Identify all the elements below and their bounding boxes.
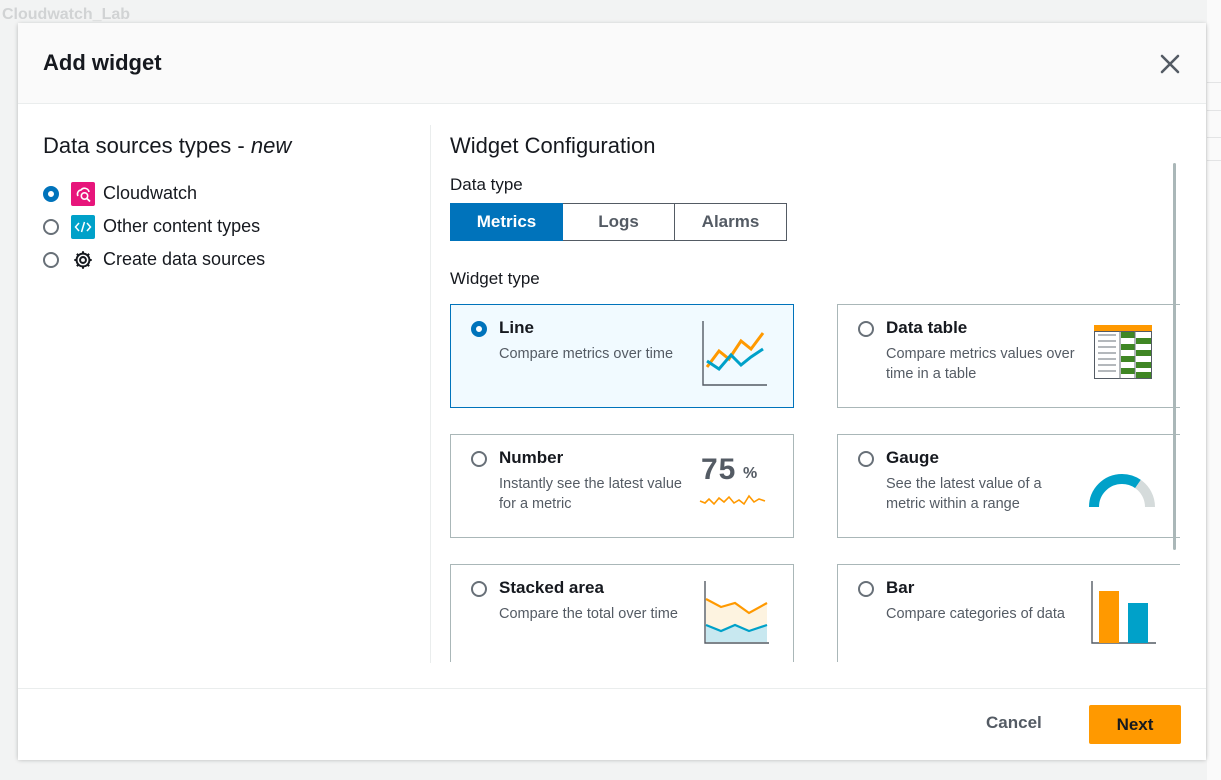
widget-configuration-panel: Widget Configuration Data type Metrics L…: [450, 133, 1170, 289]
data-type-metrics-button[interactable]: Metrics: [450, 203, 563, 241]
background-dashboard-title: Cloudwatch_Lab: [2, 6, 131, 23]
widget-tile-description: Compare the total over time: [499, 606, 678, 622]
widget-tile-name: Number: [499, 448, 564, 467]
other-content-radio[interactable]: [43, 218, 59, 235]
widget-configuration-title: Widget Configuration: [450, 133, 656, 158]
cloudwatch-icon: [71, 181, 95, 206]
code-icon: [71, 214, 95, 239]
widget-type-grid: Line Compare metrics over time Data tabl…: [450, 304, 1180, 662]
widget-tile-name: Stacked area: [499, 578, 604, 597]
widget-tile-number[interactable]: Number Instantly see the latest value fo…: [450, 434, 794, 538]
data-sources-title: Data sources types - new: [43, 133, 292, 158]
modal-header: Add widget: [18, 23, 1206, 104]
close-button[interactable]: [1156, 50, 1184, 78]
widget-radio-stacked-area[interactable]: [471, 581, 487, 597]
widget-tile-description: Compare metrics values over time in a ta…: [886, 346, 1075, 382]
data-sources-panel: Data sources types - new Cloudwatch Othe…: [43, 133, 423, 276]
data-type-segmented-control: Metrics Logs Alarms: [450, 203, 1170, 241]
configuration-scrollbar[interactable]: [1173, 163, 1176, 550]
data-source-label: Other content types: [103, 216, 261, 236]
modal-footer: Cancel Next: [18, 688, 1206, 760]
data-sources-list: Cloudwatch Other content types Create da…: [43, 177, 423, 276]
widget-tile-line[interactable]: Line Compare metrics over time: [450, 304, 794, 408]
data-type-logs-button[interactable]: Logs: [562, 203, 675, 241]
column-divider: [430, 125, 431, 663]
widget-tile-description: Compare metrics over time: [499, 346, 674, 362]
widget-tile-data-table[interactable]: Data table Compare metrics values over t…: [837, 304, 1180, 408]
number-art-value: 75: [701, 453, 737, 486]
number-art-unit: %: [743, 465, 758, 482]
gear-icon: [71, 248, 95, 272]
gauge-icon: [1089, 473, 1156, 508]
create-data-source-radio[interactable]: [43, 251, 59, 268]
number-icon: 75 %: [699, 453, 769, 513]
widget-radio-gauge[interactable]: [858, 451, 874, 467]
data-type-alarms-button[interactable]: Alarms: [674, 203, 787, 241]
widget-tile-name: Data table: [886, 318, 968, 337]
data-source-cloudwatch[interactable]: Cloudwatch: [43, 177, 423, 210]
data-source-create[interactable]: Create data sources: [43, 243, 423, 276]
widget-tile-bar[interactable]: Bar Compare categories of data: [837, 564, 1180, 662]
widget-tile-description: See the latest value of a metric within …: [886, 476, 1042, 512]
widget-tile-name: Line: [499, 318, 534, 337]
close-icon: [1160, 54, 1180, 74]
next-button[interactable]: Next: [1089, 705, 1181, 744]
widget-type-label: Widget type: [450, 269, 540, 288]
widget-radio-line[interactable]: [471, 321, 487, 337]
data-source-label: Cloudwatch: [103, 183, 198, 203]
data-type-label: Data type: [450, 175, 523, 194]
background-right-strip: [1207, 0, 1221, 780]
cloudwatch-radio[interactable]: [43, 185, 59, 202]
add-widget-modal: Add widget Data sources types - new Clou…: [18, 23, 1206, 760]
widget-tile-description: Instantly see the latest value for a met…: [499, 476, 682, 512]
data-table-icon: [1094, 325, 1152, 379]
widget-tile-description: Compare categories of data: [886, 606, 1065, 622]
line-chart-icon: [702, 321, 767, 386]
widget-tile-gauge[interactable]: Gauge See the latest value of a metric w…: [837, 434, 1180, 538]
stacked-area-icon: [704, 581, 769, 644]
widget-tile-name: Bar: [886, 578, 915, 597]
widget-radio-data-table[interactable]: [858, 321, 874, 337]
widget-tile-stacked-area[interactable]: Stacked area Compare the total over time: [450, 564, 794, 662]
modal-title: Add widget: [43, 50, 162, 75]
widget-tile-name: Gauge: [886, 448, 939, 467]
data-source-other-content[interactable]: Other content types: [43, 210, 423, 243]
widget-radio-bar[interactable]: [858, 581, 874, 597]
widget-radio-number[interactable]: [471, 451, 487, 467]
bar-chart-icon: [1091, 581, 1156, 644]
cancel-button[interactable]: Cancel: [986, 713, 1042, 733]
data-source-label: Create data sources: [103, 249, 266, 269]
